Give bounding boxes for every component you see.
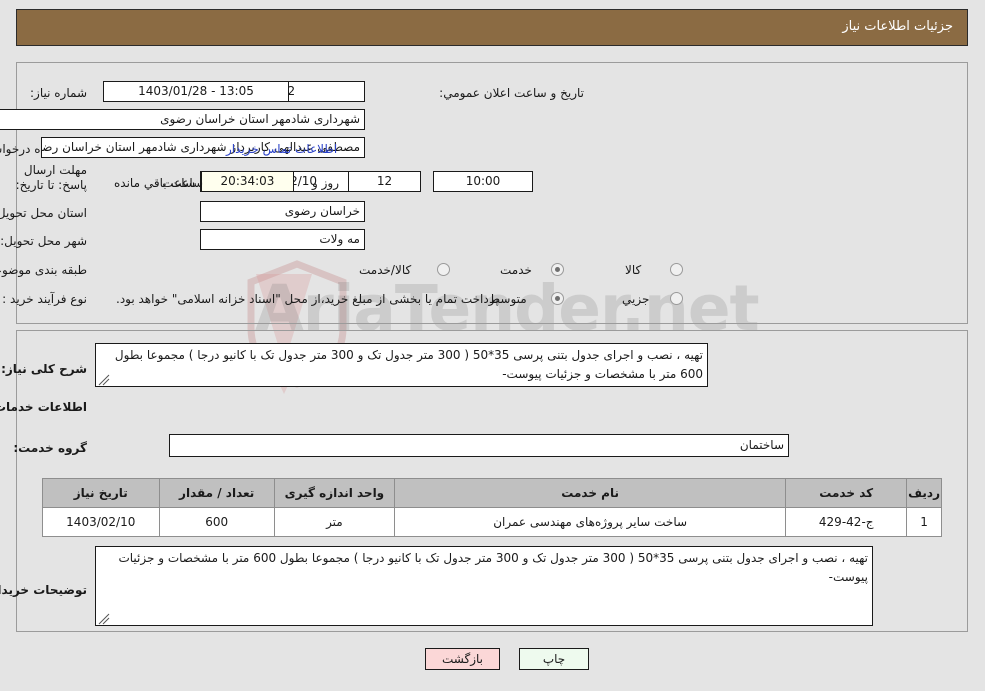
buyer-org-value: شهرداری شادمهر استان خراسان رضوی: [0, 109, 365, 130]
back-button[interactable]: بازگشت: [425, 648, 500, 670]
delivery-city-label: شهر محل تحویل:: [0, 234, 87, 248]
radio-purchase-jozii-label: جزيي: [622, 292, 650, 306]
deadline-days-label: روز و: [312, 176, 339, 190]
purchase-type-label: نوع فرآیند خرید :: [2, 292, 87, 306]
buyer-notes-label: توضیحات خریدار:: [0, 583, 87, 597]
table-header-row: ردیف کد خدمت نام خدمت واحد اندازه گیری ت…: [42, 478, 942, 508]
col-qty: تعداد / مقدار: [158, 478, 275, 508]
delivery-city-value: مه ولات: [200, 229, 365, 250]
delivery-province-label: استان محل تحویل:: [0, 206, 87, 220]
need-number-label: شماره نیاز:: [30, 86, 87, 100]
deadline-hour: 10:00: [433, 171, 533, 192]
page-header: جزئیات اطلاعات نیاز: [16, 9, 968, 46]
deadline-countdown: 20:34:03: [201, 171, 294, 192]
deadline-label: مهلت ارسال پاسخ: تا تاریخ:: [15, 163, 87, 192]
buyer-notes-textarea[interactable]: تهیه ، نصب و اجرای جدول بتنی پرسی 35*50 …: [95, 546, 873, 626]
table-row: 1 ج-42-429 ساخت سایر پروژه‌های مهندسی عم…: [42, 507, 942, 537]
col-unit: واحد اندازه گیری: [273, 478, 395, 508]
radio-subject-khedmat[interactable]: [551, 263, 564, 276]
delivery-province-value: خراسان رضوی: [200, 201, 365, 222]
purchase-type-note: پرداخت تمام یا بخشی از مبلغ خرید،از محل …: [116, 292, 499, 306]
cell-date: 1403/02/10: [42, 507, 160, 537]
resize-grip-icon[interactable]: [98, 374, 110, 386]
radio-subject-kala-khedmat-label: کالا/خدمت: [359, 263, 412, 277]
col-code: کد خدمت: [785, 478, 908, 508]
cell-name: ساخت سایر پروژه‌های مهندسی عمران: [393, 507, 787, 537]
services-table: ردیف کد خدمت نام خدمت واحد اندازه گیری ت…: [42, 478, 942, 537]
page-title: جزئیات اطلاعات نیاز: [842, 19, 953, 34]
cell-row: 1: [906, 507, 942, 537]
radio-subject-kala-khedmat[interactable]: [437, 263, 450, 276]
buyer-contact-link[interactable]: اطلاعات تماس خریدار: [226, 142, 337, 156]
subject-class-label: طبقه بندی موضوعی:: [0, 263, 87, 277]
public-announce-value: 13:05 - 1403/01/28: [103, 81, 289, 102]
service-group-value: ساختمان: [169, 434, 789, 457]
deadline-days: 12: [348, 171, 421, 192]
cell-unit: متر: [273, 507, 395, 537]
general-desc-value: تهیه ، نصب و اجرای جدول بتنی پرسی 35*50 …: [114, 348, 703, 381]
col-name: نام خدمت: [393, 478, 787, 508]
radio-purchase-motavaset[interactable]: [551, 292, 564, 305]
cell-code: ج-42-429: [785, 507, 908, 537]
radio-subject-khedmat-label: خدمت: [500, 263, 532, 277]
services-heading: اطلاعات خدمات مورد نیاز: [0, 400, 87, 414]
radio-subject-kala-label: کالا: [625, 263, 642, 277]
general-desc-label: شرح کلی نیاز:: [1, 362, 87, 376]
col-row: ردیف: [906, 478, 942, 508]
col-date: تاریخ نیاز: [42, 478, 160, 508]
general-desc-textarea[interactable]: تهیه ، نصب و اجرای جدول بتنی پرسی 35*50 …: [95, 343, 708, 387]
public-announce-label: تاریخ و ساعت اعلان عمومي:: [439, 86, 584, 100]
radio-purchase-jozii[interactable]: [670, 292, 683, 305]
resize-grip-icon-2[interactable]: [98, 613, 110, 625]
service-group-label: گروه خدمت:: [13, 441, 87, 455]
buyer-notes-value: تهیه ، نصب و اجرای جدول بتنی پرسی 35*50 …: [118, 551, 868, 584]
cell-qty: 600: [158, 507, 275, 537]
radio-subject-kala[interactable]: [670, 263, 683, 276]
print-button[interactable]: چاپ: [519, 648, 589, 670]
deadline-remaining-label: ساعت باقي مانده: [114, 176, 204, 190]
